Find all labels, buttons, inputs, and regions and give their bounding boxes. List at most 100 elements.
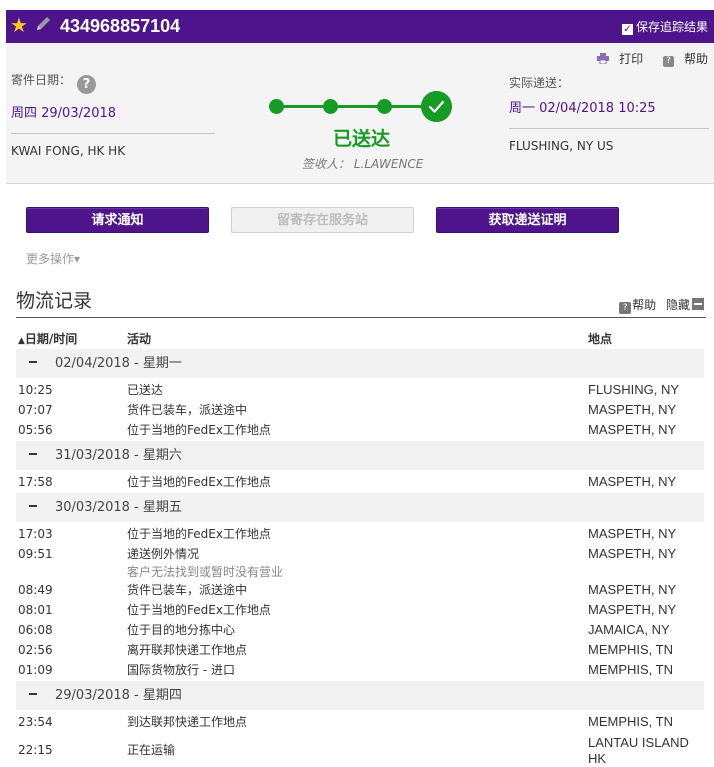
day-date: 29/03/2018 - 星期四 (55, 688, 182, 703)
event-location: MEMPHIS, TN (588, 714, 673, 729)
tracking-number: 434968857104 (60, 16, 181, 36)
event-location: MEMPHIS, TN (588, 642, 673, 657)
day-date: 30/03/2018 - 星期五 (55, 500, 182, 515)
column-header-activity: 活动 (127, 332, 152, 346)
divider (509, 128, 709, 129)
summary-tools: 打印 ? 帮助 (589, 50, 708, 67)
help-icon: ? (662, 56, 674, 67)
hold-at-location-button[interactable]: 留寄存在服务站 (231, 207, 414, 233)
history-help-link[interactable]: ? 帮助 (619, 298, 657, 314)
collapse-icon (692, 298, 704, 310)
event-time: 07:07 (18, 403, 53, 417)
event-time: 17:58 (18, 475, 53, 489)
event-activity: 递送例外情况 (127, 547, 200, 561)
column-header-date[interactable]: ▲日期/时间 (18, 332, 77, 348)
progress-step (377, 99, 392, 114)
event-activity: 位于当地的FedEx工作地点 (127, 603, 271, 617)
event-location: JAMAICA, NY (588, 622, 670, 637)
event-activity: 位于目的地分拣中心 (127, 623, 236, 637)
section-divider (16, 317, 706, 318)
delivery-date-label: 实际递送： (509, 76, 570, 90)
event-location: MASPETH, NY (588, 422, 677, 437)
event-location: FLUSHING, NY (588, 382, 680, 397)
event-activity: 离开联邦快递工作地点 (127, 643, 248, 657)
pencil-icon[interactable] (34, 15, 52, 33)
progress-step (323, 99, 338, 114)
event-detail: 客户无法找到或暂时没有营业 (127, 565, 284, 579)
delivery-date: 周一 02/04/2018 10:25 (509, 101, 656, 116)
more-actions-label: 更多操作 (26, 252, 75, 266)
event-location: MASPETH, NY (588, 402, 677, 417)
event-location: MASPETH, NY (588, 474, 677, 489)
collapse-day-icon[interactable] (29, 505, 37, 507)
day-group-header[interactable]: 30/03/2018 - 星期五 (16, 493, 704, 522)
column-header-date-label: 日期/时间 (24, 332, 78, 346)
shipment-summary: 打印 ? 帮助 寄件日期：? 周四 29/03/2018 KWAI FONG, H… (6, 43, 714, 184)
ship-date: 周四 29/03/2018 (11, 106, 117, 121)
event-time: 09:51 (18, 547, 53, 561)
event-time: 23:54 (18, 715, 53, 729)
history-hide-link[interactable]: 隐藏 (666, 298, 704, 312)
signed-by: 签收人： L.LAWENCE (302, 157, 424, 171)
event-activity: 位于当地的FedEx工作地点 (127, 423, 271, 437)
event-activity: 货件已装车，派送途中 (127, 403, 248, 417)
delivery-status: 已送达 (333, 128, 391, 150)
day-group-header[interactable]: 02/04/2018 - 星期一 (16, 349, 704, 378)
event-location: MASPETH, NY (588, 546, 677, 561)
star-icon[interactable]: ★ (10, 15, 28, 35)
event-time: 22:15 (18, 743, 53, 757)
event-activity: 正在运输 (127, 743, 176, 757)
event-time: 10:25 (18, 383, 53, 397)
day-group-header[interactable]: 29/03/2018 - 星期四 (16, 681, 704, 710)
proof-of-delivery-button[interactable]: 获取递送证明 (436, 207, 619, 233)
event-time: 02:56 (18, 643, 53, 657)
sort-asc-icon: ▲ (18, 336, 25, 346)
event-location: MASPETH, NY (588, 582, 677, 597)
history-tools: ? 帮助 隐藏 (619, 296, 704, 314)
day-date: 02/04/2018 - 星期一 (55, 356, 182, 371)
collapse-day-icon[interactable] (29, 453, 37, 455)
event-time: 08:01 (18, 603, 53, 617)
day-group-header[interactable]: 31/03/2018 - 星期六 (16, 441, 704, 470)
more-actions-dropdown[interactable]: 更多操作▾ (26, 250, 80, 267)
column-header-location: 地点 (588, 332, 613, 346)
event-activity: 位于当地的FedEx工作地点 (127, 475, 271, 489)
collapse-day-icon[interactable] (29, 361, 37, 363)
delivery-info: 实际递送： 周一 02/04/2018 10:25 FLUSHING, NY U… (509, 76, 709, 153)
event-time: 05:56 (18, 423, 53, 437)
request-notification-button[interactable]: 请求通知 (26, 207, 209, 233)
destination-location: FLUSHING, NY US (509, 139, 614, 153)
history-help-label: 帮助 (632, 298, 657, 312)
divider (11, 133, 215, 134)
delivered-check-icon (421, 91, 452, 122)
event-location: MASPETH, NY (588, 526, 677, 541)
event-time: 17:03 (18, 527, 53, 541)
save-tracking-label: 保存追踪结果 (635, 20, 708, 34)
event-location: MEMPHIS, TN (588, 662, 673, 677)
print-link[interactable]: 打印 (597, 52, 643, 66)
event-activity: 国际货物放行 - 进口 (127, 663, 235, 677)
event-activity: 货件已装车，派送途中 (127, 583, 248, 597)
collapse-day-icon[interactable] (29, 693, 37, 695)
progress-line (277, 105, 437, 108)
event-activity: 已送达 (127, 383, 164, 397)
event-time: 01:09 (18, 663, 53, 677)
event-location: LANTAU ISLAND HK (588, 735, 689, 766)
event-location: MASPETH, NY (588, 602, 677, 617)
origin-location: KWAI FONG, HK HK (11, 144, 126, 158)
history-hide-label: 隐藏 (665, 298, 690, 312)
day-date: 31/03/2018 - 星期六 (55, 448, 182, 463)
event-activity: 到达联邦快递工作地点 (127, 715, 248, 729)
question-icon[interactable]: ? (77, 75, 97, 94)
progress-step (269, 99, 284, 114)
printer-icon (597, 53, 610, 64)
event-time: 08:49 (18, 583, 53, 597)
help-link[interactable]: ? 帮助 (655, 52, 708, 67)
progress-tracker (267, 91, 457, 123)
ship-info: 寄件日期：? 周四 29/03/2018 KWAI FONG, HK HK (11, 73, 215, 158)
save-tracking-toggle[interactable]: ✓ 保存追踪结果 (621, 20, 708, 35)
checkbox-icon[interactable]: ✓ (621, 24, 633, 35)
ship-date-label: 寄件日期： (11, 73, 72, 87)
history-title: 物流记录 (16, 290, 93, 312)
help-icon: ? (619, 302, 632, 314)
